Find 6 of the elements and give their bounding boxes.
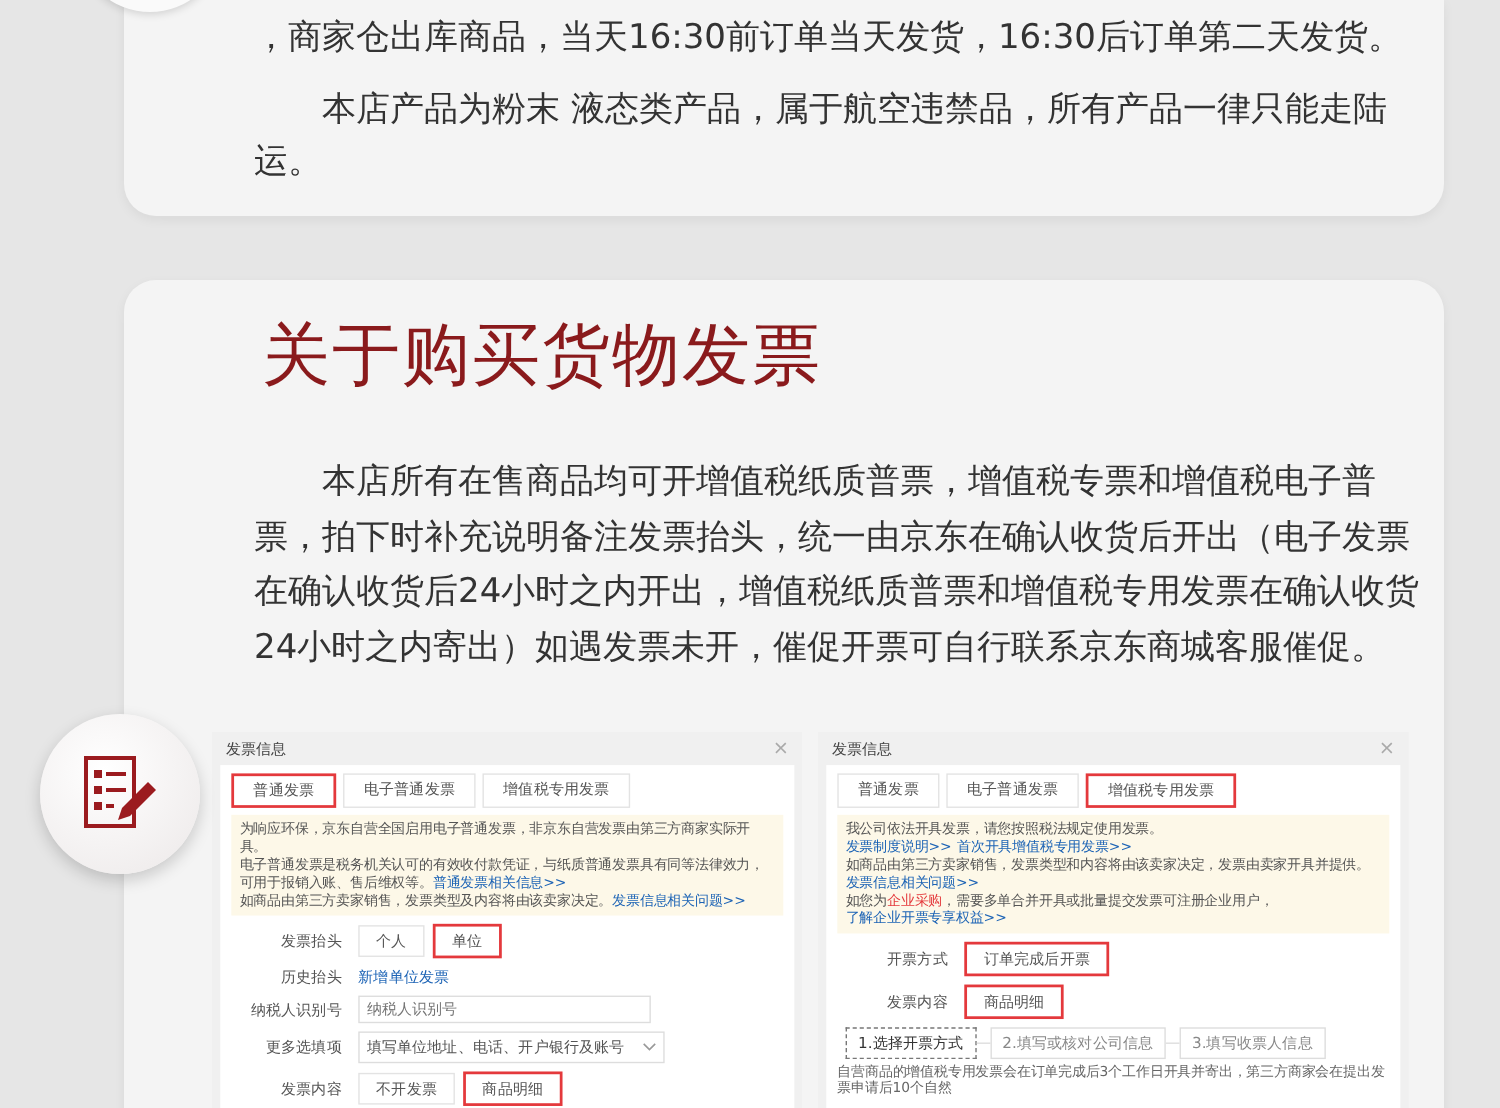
invoice-paragraph: 本店所有在售商品均可开增值税纸质普票，增值税专票和增值税电子普票，拍下时补充说明备注发票抬头，统一由京东在确认收货后开出（电子发票在确认收货后24小时之内开出，增值税纸质普票和增值税专用发票在确认收货24小时之内寄出）如遇发票未开，催促开票可自行联系京东商城客服催促。 (254, 460, 1422, 671)
chevron-icon (642, 1042, 657, 1053)
checklist-pencil-icon (80, 754, 160, 834)
notice-paragraph: 本店产品为粉末 液态类产品，属于航空违禁品，所有产品一律只能走陆运。 (254, 88, 1389, 186)
notice-paragraph: ，商家仓出库商品，当天16:30前订单当天发货，16:30后订单第二天发货。 (254, 16, 1404, 62)
section-title: 关于购买货物发票 (262, 314, 824, 400)
